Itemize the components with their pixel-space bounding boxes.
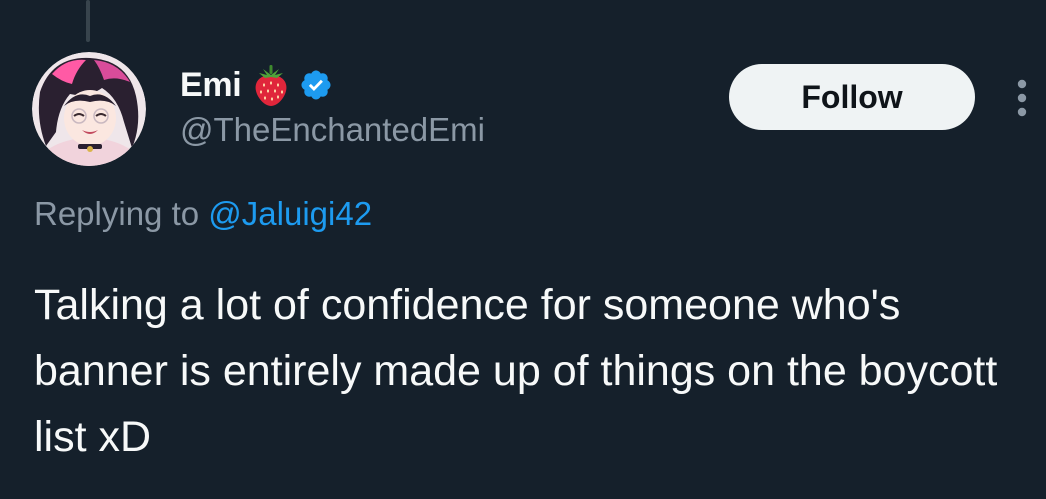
reply-to-handle-link[interactable]: @Jaluigi42 [208, 195, 372, 232]
author-display-name[interactable]: Emi [180, 68, 242, 102]
author-name-row[interactable]: Emi [180, 62, 333, 108]
thread-connector-line [86, 0, 90, 42]
verified-badge-icon[interactable] [299, 68, 333, 102]
strawberry-icon [251, 63, 291, 107]
more-options-icon[interactable] [1011, 76, 1033, 120]
replying-to-line: Replying to @Jaluigi42 [34, 195, 372, 232]
replying-to-label: Replying to [34, 195, 200, 232]
tweet-text: Talking a lot of confidence for someone … [34, 281, 998, 461]
follow-button[interactable]: Follow [729, 64, 975, 130]
avatar[interactable] [32, 52, 146, 166]
author-handle[interactable]: @TheEnchantedEmi [180, 111, 485, 148]
